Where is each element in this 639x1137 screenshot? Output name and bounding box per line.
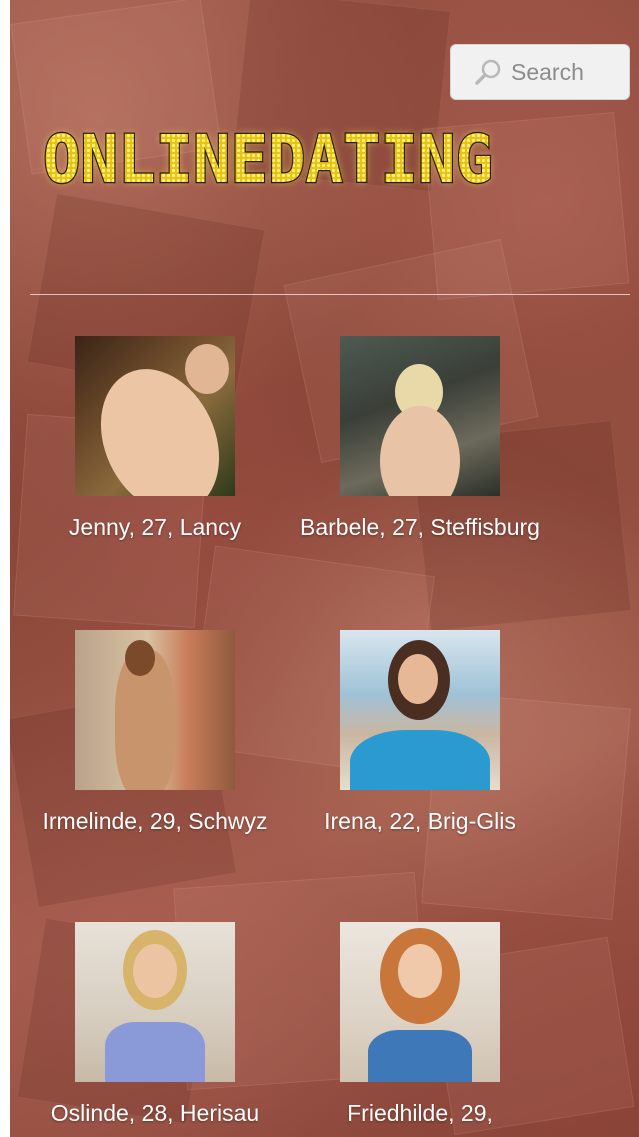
profile-caption[interactable]: Jenny, 27, Lancy (10, 510, 300, 544)
profile-card[interactable]: Friedhilde, 29, (275, 922, 565, 1130)
logo-text: ONLINEDATING (43, 121, 493, 198)
profile-card[interactable]: Irena, 22, Brig-Glis (275, 630, 565, 838)
profile-card[interactable]: Barbele, 27, Steffisburg (275, 336, 565, 544)
profile-caption[interactable]: Friedhilde, 29, (275, 1096, 565, 1130)
profile-photo[interactable] (75, 630, 235, 790)
site-logo[interactable]: ONLINEDATING ONLINEDATING (36, 118, 500, 198)
profile-card[interactable]: Oslinde, 28, Herisau (10, 922, 300, 1130)
page-left-edge (0, 0, 10, 1137)
profile-photo[interactable] (75, 922, 235, 1082)
profile-caption[interactable]: Barbele, 27, Steffisburg (275, 510, 565, 544)
profile-caption[interactable]: Oslinde, 28, Herisau (10, 1096, 300, 1130)
search-label: Search (511, 58, 584, 85)
profile-caption[interactable]: Irmelinde, 29, Schwyz (10, 804, 300, 838)
profile-photo[interactable] (340, 336, 500, 496)
profile-card[interactable]: Irmelinde, 29, Schwyz (10, 630, 300, 838)
profile-photo[interactable] (75, 336, 235, 496)
profile-card[interactable]: Jenny, 27, Lancy (10, 336, 300, 544)
search-icon (475, 59, 501, 85)
header-divider (30, 294, 630, 295)
profile-caption[interactable]: Irena, 22, Brig-Glis (275, 804, 565, 838)
search-button[interactable]: Search (450, 44, 630, 100)
profile-photo[interactable] (340, 922, 500, 1082)
profile-photo[interactable] (340, 630, 500, 790)
